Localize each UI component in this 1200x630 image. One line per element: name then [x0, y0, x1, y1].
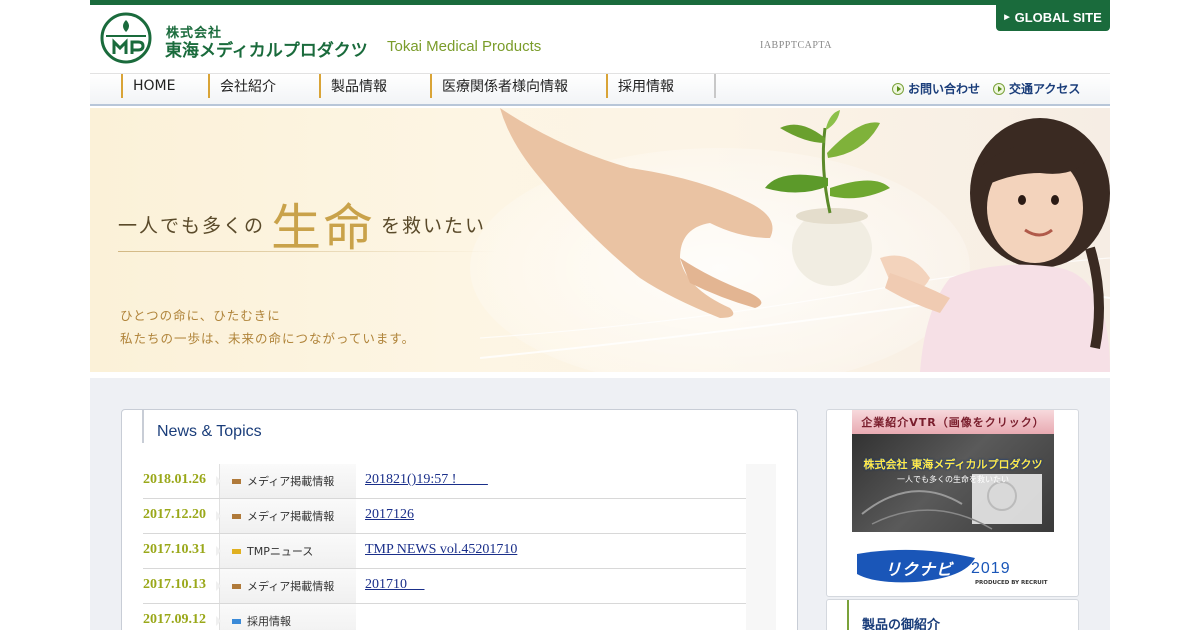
news-link[interactable]: 201821()19:57 !	[365, 472, 488, 488]
content-area: News & Topics 2018.01.26 メディア掲載情報 201821…	[90, 378, 1110, 630]
hero-tagline-after: を救いたい	[381, 215, 487, 237]
arrow-circle-icon	[892, 82, 904, 95]
captcha-text: IABPPTCAPTA	[760, 40, 832, 51]
news-category-label: TMPニュース	[247, 545, 314, 558]
news-list: 2018.01.26 メディア掲載情報 201821()19:57 ! 2017…	[143, 464, 776, 630]
nav-item-label: 製品情報	[331, 79, 387, 95]
nav-item-home[interactable]: HOME	[121, 74, 208, 98]
category-swatch	[232, 478, 241, 484]
nav-item-medical[interactable]: 医療関係者様向情報	[430, 74, 606, 98]
nav-item-recruit[interactable]: 採用情報	[606, 74, 714, 98]
global-site-button[interactable]: ▶ GLOBAL SITE	[996, 3, 1110, 31]
triangle-right-icon: ▶	[1004, 14, 1010, 21]
rikunabi-year: 2019	[971, 560, 1011, 577]
vtr-slogan: 一人でも多くの生命を救いたい	[897, 475, 1009, 484]
news-date: 2017.10.13	[143, 577, 206, 592]
hero-banner: 一人でも多くの 生命 を救いたい ひとつの命に、ひたむきに 私たちの一歩は、未来…	[90, 108, 1110, 372]
hero-subtext-line1: ひとつの命に、ひたむきに	[120, 308, 281, 323]
logo-company-name-en: Tokai Medical Products	[387, 38, 542, 55]
company-logo-icon[interactable]	[100, 12, 152, 64]
hero-subtext-line2: 私たちの一歩は、未来の命につながっています。	[120, 331, 416, 346]
news-link[interactable]: TMP NEWS vol.45201710	[365, 542, 517, 558]
nav-item-company[interactable]: 会社紹介	[208, 74, 319, 98]
news-category: メディア掲載情報	[216, 464, 356, 498]
arrow-circle-icon	[993, 82, 1005, 95]
category-swatch	[232, 583, 241, 589]
sidebar-banners: 企業紹介VTR（画像をクリック） 株式会社 東海メディカルプロダクツ 一人でも多…	[826, 409, 1079, 597]
vtr-company-name: 株式会社 東海メディカルプロダクツ	[863, 458, 1043, 471]
main-nav: HOME 会社紹介 製品情報 医療関係者様向情報 採用情報 お問い合わせ 交通ア…	[90, 73, 1110, 106]
vtr-banner-label: 企業紹介VTR（画像をクリック）	[852, 410, 1054, 434]
news-row[interactable]: 2018.01.26 メディア掲載情報 201821()19:57 !	[143, 464, 746, 499]
hero-tagline-main: 生命	[271, 199, 376, 257]
news-date: 2017.12.20	[143, 507, 206, 522]
nav-item-label: HOME	[133, 78, 176, 94]
products-header-bar	[847, 600, 849, 630]
news-date: 2017.10.31	[143, 542, 206, 557]
nav-item-products[interactable]: 製品情報	[319, 74, 430, 98]
nav-item-label: 採用情報	[618, 79, 674, 95]
nav-divider	[714, 74, 716, 98]
rikunabi-name: リクナビ	[885, 560, 954, 579]
news-row[interactable]: 2017.09.12 採用情報	[143, 604, 746, 630]
category-swatch	[232, 548, 241, 554]
news-header-bar	[142, 410, 144, 443]
news-category: メディア掲載情報	[216, 569, 356, 603]
news-category-label: メディア掲載情報	[247, 510, 335, 523]
news-category-label: メディア掲載情報	[247, 580, 335, 593]
hero-tagline-before: 一人でも多くの	[118, 215, 266, 237]
logo-company-name[interactable]: 東海メディカルプロダクツ	[165, 36, 368, 61]
news-category-label: メディア掲載情報	[247, 475, 335, 488]
contact-link[interactable]: お問い合わせ	[892, 80, 980, 97]
news-category: メディア掲載情報	[216, 499, 356, 533]
products-panel[interactable]: 製品の御紹介	[826, 599, 1079, 630]
contact-label: お問い合わせ	[908, 82, 981, 96]
nav-item-label: 医療関係者様向情報	[442, 79, 568, 95]
access-link[interactable]: 交通アクセス	[993, 80, 1080, 97]
news-category-label: 採用情報	[247, 615, 291, 628]
category-swatch	[232, 618, 241, 624]
category-swatch	[232, 513, 241, 519]
news-date: 2017.09.12	[143, 612, 206, 627]
news-row[interactable]: 2017.12.20 メディア掲載情報 2017126	[143, 499, 746, 534]
hero-tagline: 一人でも多くの 生命 を救いたい	[118, 188, 486, 260]
news-row[interactable]: 2017.10.13 メディア掲載情報 201710	[143, 569, 746, 604]
products-title: 製品の御紹介	[862, 618, 941, 630]
page: 株式会社 東海メディカルプロダクツ Tokai Medical Products…	[90, 0, 1110, 630]
top-rule	[90, 0, 1110, 5]
access-label: 交通アクセス	[1009, 82, 1081, 96]
news-category: TMPニュース	[216, 534, 356, 568]
news-link[interactable]: 201710	[365, 577, 425, 593]
company-vtr-banner[interactable]: 企業紹介VTR（画像をクリック） 株式会社 東海メディカルプロダクツ 一人でも多…	[852, 410, 1054, 532]
news-header: News & Topics	[122, 410, 797, 443]
news-link[interactable]: 2017126	[365, 507, 414, 523]
news-category: 採用情報	[216, 604, 356, 630]
nav-item-label: 会社紹介	[220, 79, 276, 95]
global-site-label: GLOBAL SITE	[1014, 9, 1102, 25]
news-row[interactable]: 2017.10.31 TMPニュース TMP NEWS vol.45201710	[143, 534, 746, 569]
news-panel: News & Topics 2018.01.26 メディア掲載情報 201821…	[121, 409, 798, 630]
hero-underline	[118, 251, 498, 252]
hands-and-child-illustration	[480, 108, 1110, 372]
news-title: News & Topics	[157, 423, 262, 440]
rikunabi-produced-by: PRODUCED BY RECRUIT	[975, 580, 1048, 586]
news-date: 2018.01.26	[143, 472, 206, 487]
